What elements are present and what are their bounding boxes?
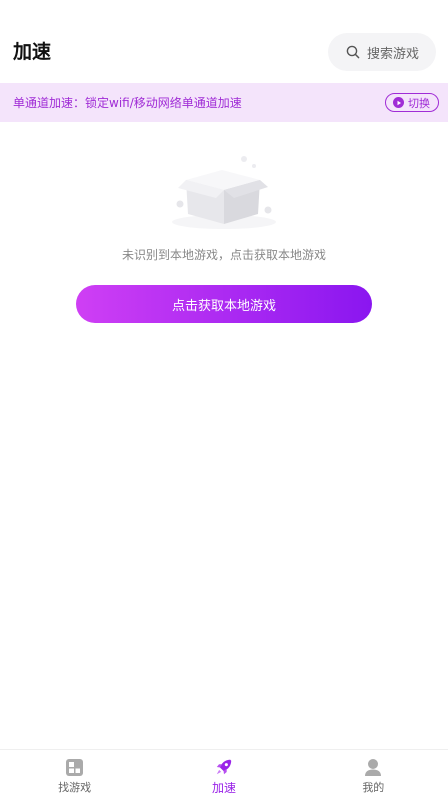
search-icon	[346, 45, 360, 59]
nav-label-accelerate: 加速	[211, 781, 236, 795]
switch-button[interactable]: 切换	[385, 93, 439, 112]
fetch-local-games-button[interactable]: 点击获取本地游戏	[76, 285, 372, 323]
banner-text: 单通道加速：锁定wifi/移动网络单通道加速	[13, 96, 242, 110]
empty-box-illustration	[164, 152, 284, 234]
nav-item-mine[interactable]: 我的	[299, 750, 448, 797]
nav-item-find-games[interactable]: 找游戏	[0, 750, 149, 797]
app-screen: 加速 搜索游戏 单通道加速：锁定wifi/移动网络单通道加速 切换 未识别到本地…	[0, 0, 448, 797]
switch-label: 切换	[408, 96, 430, 110]
search-placeholder: 搜索游戏	[367, 46, 420, 62]
nav-label-mine: 我的	[362, 781, 385, 794]
grid-icon	[66, 758, 84, 776]
nav-label-find-games: 找游戏	[58, 781, 92, 794]
bottom-nav: 找游戏 加速 我的	[0, 749, 448, 797]
rocket-icon	[215, 758, 233, 776]
nav-item-accelerate[interactable]: 加速	[149, 750, 298, 797]
play-icon	[393, 97, 404, 108]
user-icon	[364, 758, 382, 776]
search-input[interactable]: 搜索游戏	[328, 33, 436, 71]
page-title: 加速	[13, 41, 52, 63]
empty-message: 未识别到本地游戏，点击获取本地游戏	[121, 248, 326, 262]
header: 加速 搜索游戏	[0, 0, 448, 83]
channel-banner: 单通道加速：锁定wifi/移动网络单通道加速 切换	[0, 83, 448, 122]
